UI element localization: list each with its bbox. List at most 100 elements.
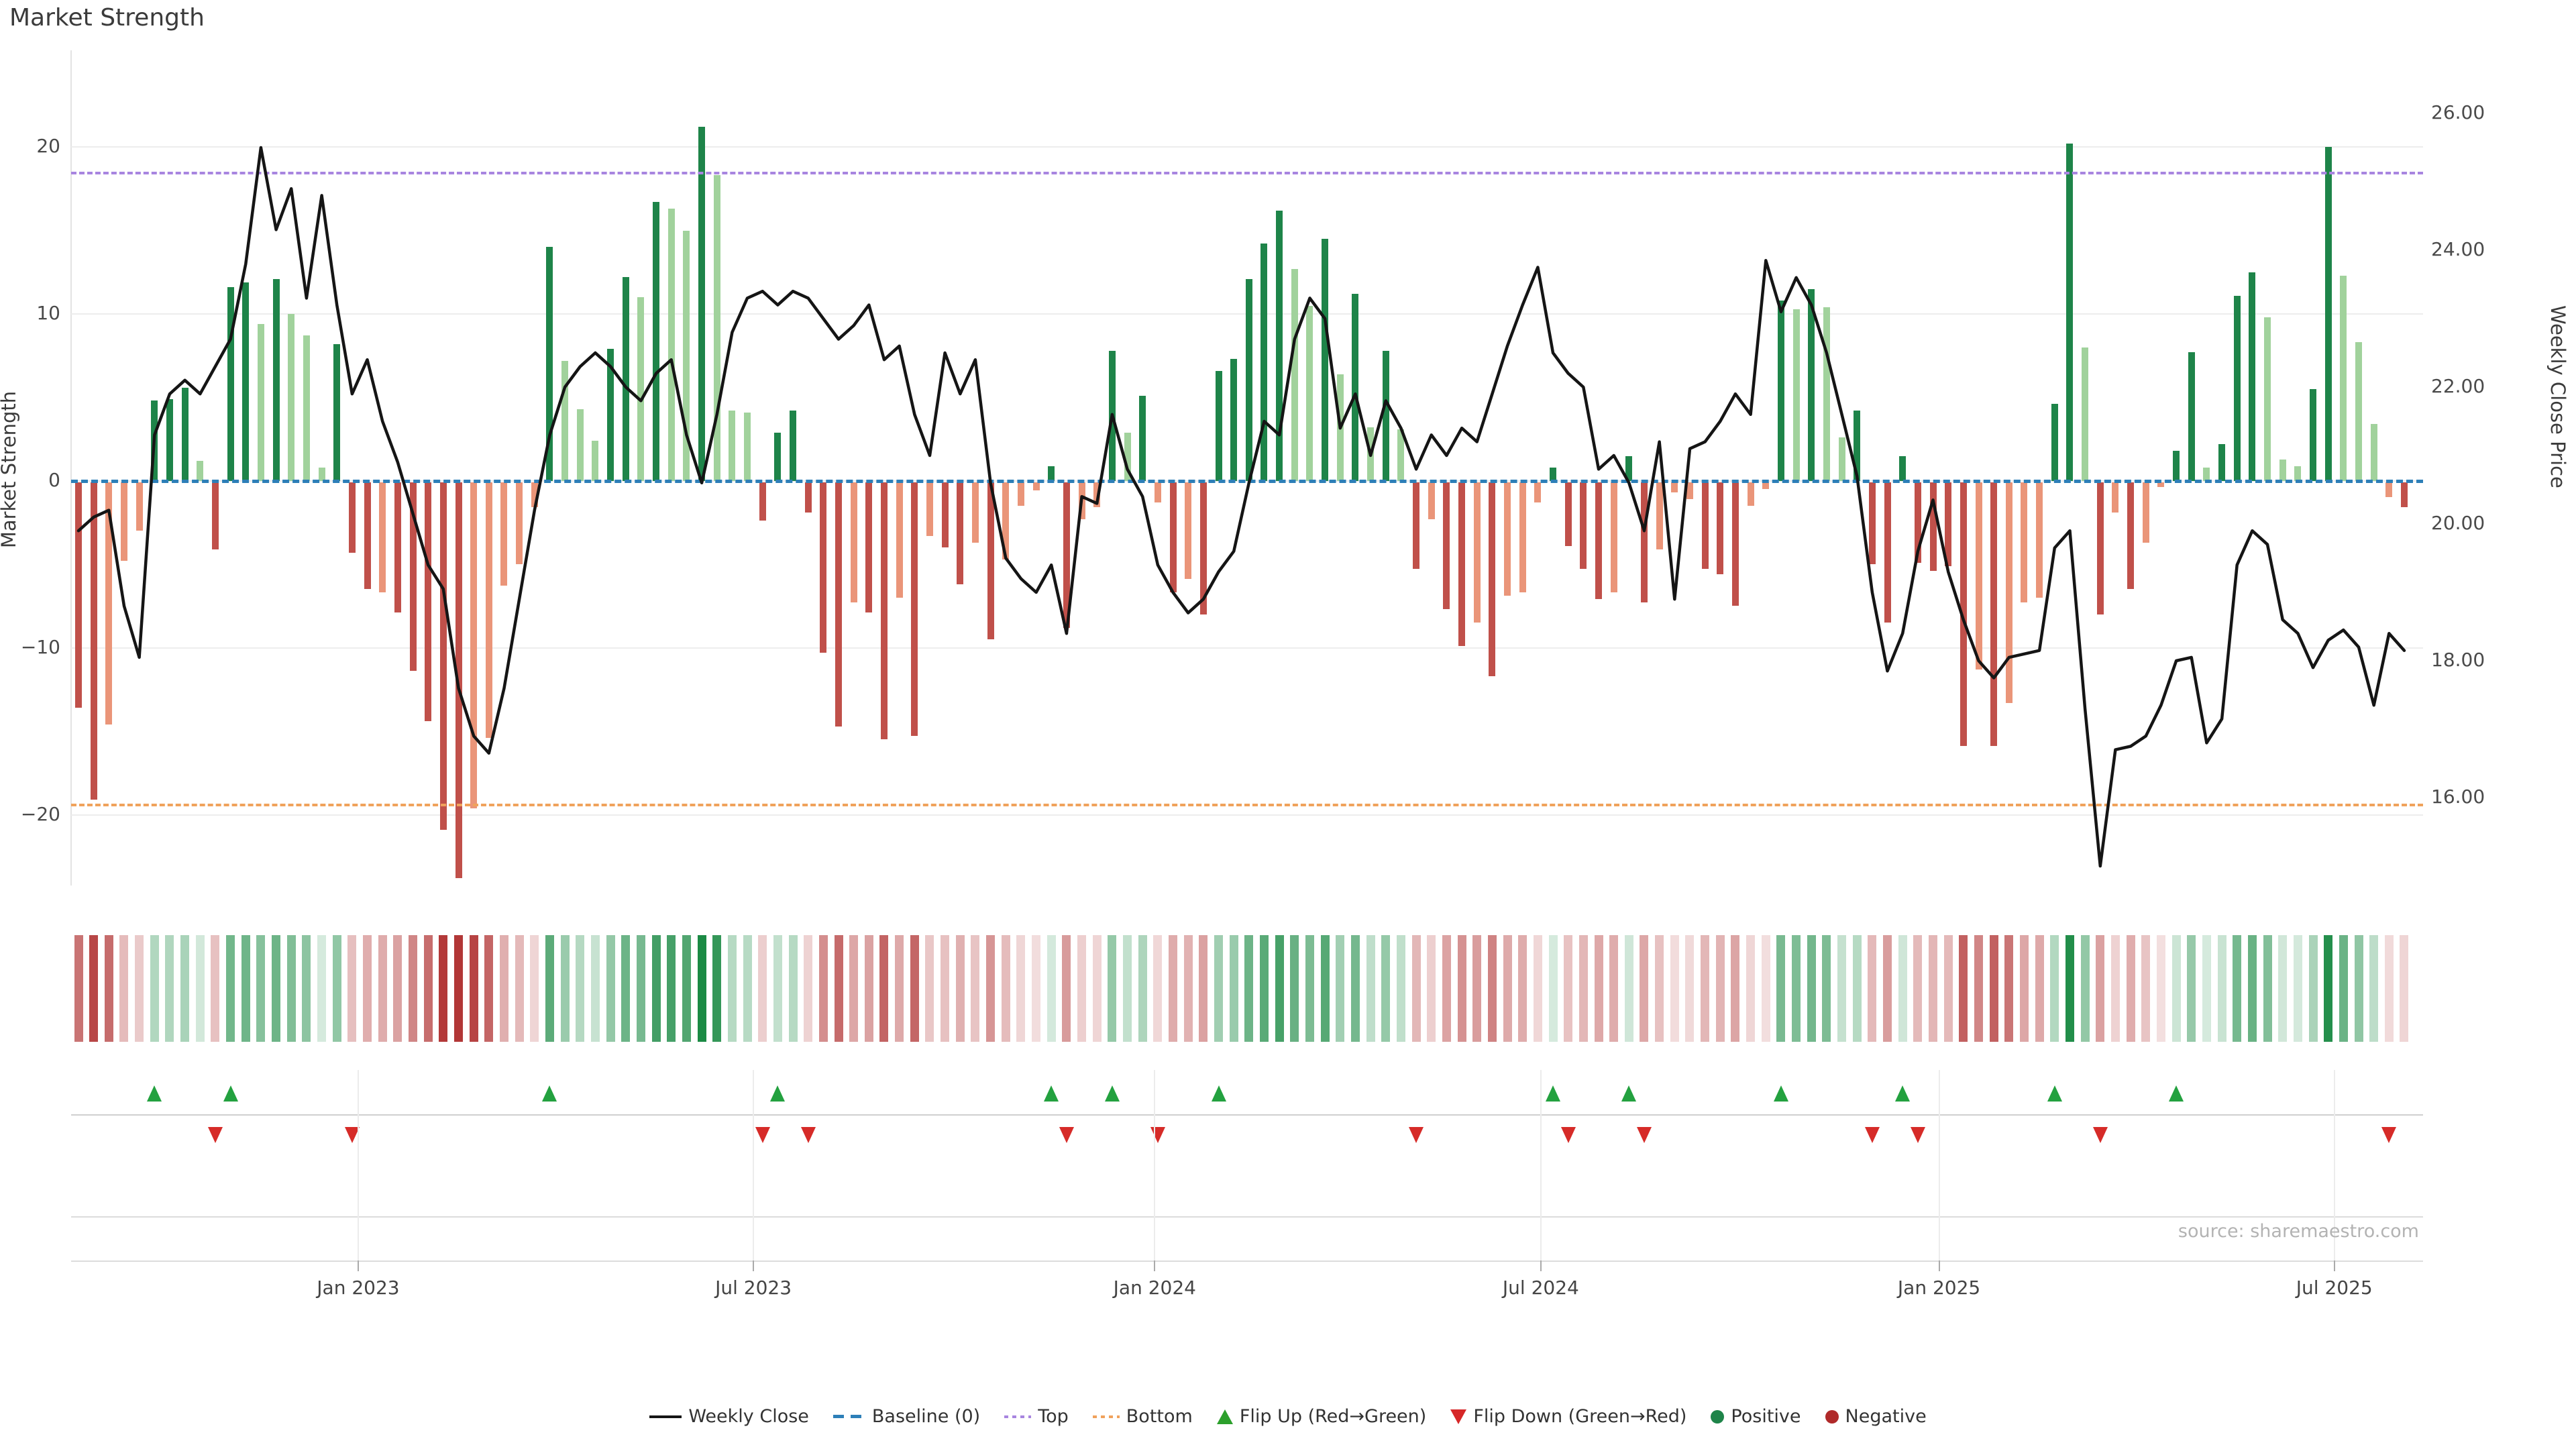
strength-bar-negative — [865, 482, 872, 612]
strength-bar-negative — [2112, 482, 2118, 513]
bottom-panel-line-top — [71, 1216, 2423, 1218]
signal-strip-bar-negative — [470, 935, 478, 1042]
legend-item: Weekly Close — [649, 1406, 809, 1427]
signal-strip-bar-negative — [1640, 935, 1648, 1042]
signal-strip-bar-positive — [1625, 935, 1633, 1042]
strength-bar-negative — [835, 482, 842, 727]
strength-bar-positive — [744, 413, 751, 481]
signal-strip-bar-negative — [1093, 935, 1102, 1042]
month-gridline — [358, 1070, 359, 1260]
signal-strip-bar-negative — [1609, 935, 1618, 1042]
strength-bar-positive — [242, 282, 249, 481]
signal-strip-bar-negative — [1746, 935, 1755, 1042]
signal-strip-bar-negative — [378, 935, 387, 1042]
signal-strip-bar-negative — [1442, 935, 1451, 1042]
signal-strip-bar-positive — [2263, 935, 2272, 1042]
strength-bar-negative — [91, 482, 97, 800]
strength-bar-positive — [1124, 433, 1131, 481]
strength-bar-positive — [197, 461, 203, 481]
strength-bar-positive — [1854, 411, 1860, 481]
strength-bar-negative — [1930, 482, 1937, 571]
strength-bar-negative — [972, 482, 979, 543]
strength-bar-positive — [2188, 352, 2195, 481]
strength-bar-positive — [2310, 389, 2316, 481]
strength-bar-positive — [790, 411, 796, 481]
signal-strip-bar-negative — [409, 935, 417, 1042]
strength-bar-negative — [1702, 482, 1709, 569]
month-gridline — [753, 1070, 754, 1260]
bottom-panel-line-bottom — [71, 1260, 2423, 1262]
strength-bar-negative — [212, 482, 219, 549]
month-gridline — [1540, 1070, 1542, 1260]
gridline — [71, 647, 2423, 649]
signal-strip-bar-positive — [2218, 935, 2226, 1042]
strength-bar-negative — [881, 482, 888, 739]
strength-bar-positive — [151, 400, 158, 481]
y-tick-label-left: 0 — [0, 469, 60, 491]
signal-strip-bar-positive — [2050, 935, 2059, 1042]
legend-item: Bottom — [1093, 1406, 1193, 1427]
gridline — [71, 814, 2423, 816]
strength-bar-positive — [2325, 147, 2332, 481]
strength-bar-negative — [1611, 482, 1617, 592]
strength-bar-negative — [1458, 482, 1465, 646]
signal-strip-bar-negative — [1883, 935, 1892, 1042]
signal-strip-bar-positive — [256, 935, 265, 1042]
signal-strip-bar-positive — [576, 935, 584, 1042]
flip-down-marker — [1059, 1127, 1074, 1143]
strength-bar-negative — [516, 482, 523, 564]
flip-up-marker — [1895, 1085, 1910, 1102]
y-tick-label-right: 26.00 — [2431, 101, 2485, 123]
signal-strip-bar-positive — [789, 935, 798, 1042]
strength-bar-positive — [273, 279, 280, 481]
signal-strip-bar-negative — [2020, 935, 2029, 1042]
strength-bar-negative — [1519, 482, 1526, 592]
strength-bar-positive — [166, 399, 173, 481]
strength-bar-positive — [1778, 301, 1784, 481]
strength-bar-positive — [637, 297, 644, 481]
signal-strip-bar-negative — [1153, 935, 1162, 1042]
strength-bar-positive — [607, 349, 614, 481]
strength-bar-positive — [1823, 307, 1830, 481]
legend-label: Bottom — [1126, 1406, 1193, 1427]
flip-down-marker — [1637, 1127, 1652, 1143]
signal-strip-bar-negative — [454, 935, 463, 1042]
signal-strip-bar-negative — [1518, 935, 1527, 1042]
signal-strip-bar-positive — [1381, 935, 1390, 1042]
signal-strip-bar-positive — [2081, 935, 2090, 1042]
month-gridline — [1939, 1070, 1940, 1260]
signal-strip-bar-negative — [2004, 935, 2013, 1042]
signal-strip-bar-negative — [1579, 935, 1588, 1042]
signal-strip-bar-positive — [1260, 935, 1269, 1042]
strength-bar-negative — [2021, 482, 2027, 602]
signal-strip-bar-positive — [2248, 935, 2257, 1042]
signal-strip-bar-positive — [272, 935, 280, 1042]
strength-bar-positive — [1109, 351, 1116, 481]
signal-strip-bar-positive — [333, 935, 341, 1042]
signal-strip-bar-positive — [1351, 935, 1360, 1042]
strength-bar-negative — [957, 482, 963, 584]
strength-bar-positive — [2249, 272, 2255, 481]
flip-down-marker — [1561, 1127, 1576, 1143]
x-tick-label: Jul 2024 — [1503, 1277, 1579, 1299]
y-tick-label-right: 22.00 — [2431, 375, 2485, 397]
flip-down-marker — [1409, 1127, 1424, 1143]
strength-bar-positive — [774, 433, 781, 481]
strength-bar-negative — [1200, 482, 1207, 614]
signal-strip-bar-positive — [2202, 935, 2211, 1042]
signal-strip-bar-negative — [1062, 935, 1071, 1042]
baseline-dash-icon — [833, 1415, 865, 1418]
weekly-close-line-icon — [649, 1415, 682, 1418]
strength-bar-positive — [1139, 396, 1146, 481]
strength-bar-negative — [500, 482, 507, 586]
flip-panel-separator — [71, 1114, 2423, 1116]
signal-strip-bar-negative — [1944, 935, 1953, 1042]
flip-down-marker — [1150, 1127, 1165, 1143]
negative-circle-icon — [1825, 1410, 1839, 1424]
signal-strip-bar-positive — [1776, 935, 1785, 1042]
month-tick-mark — [1540, 1260, 1542, 1271]
strength-bar-negative — [1990, 482, 1997, 746]
flip-up-marker — [1212, 1085, 1226, 1102]
signal-strip-bar-positive — [743, 935, 752, 1042]
signal-strip-bar-positive — [2233, 935, 2241, 1042]
